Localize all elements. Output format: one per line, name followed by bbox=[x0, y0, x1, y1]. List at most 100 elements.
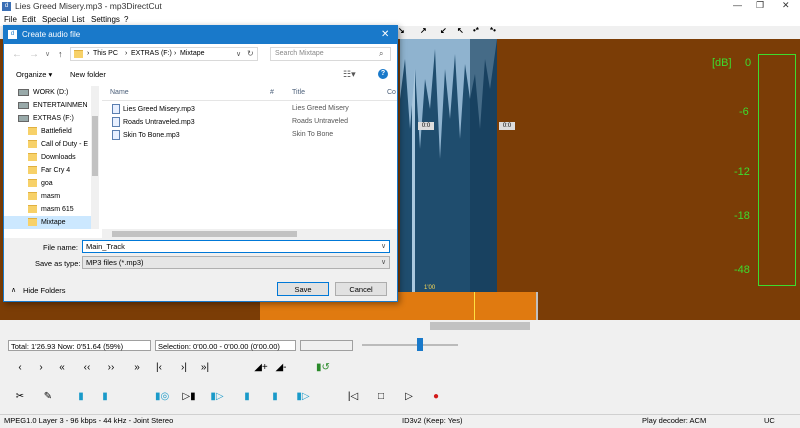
prev-marker-icon[interactable]: |‹ bbox=[152, 362, 166, 374]
select-begin-icon[interactable]: ▮▷ bbox=[210, 391, 224, 403]
menu-help[interactable]: ? bbox=[124, 15, 128, 24]
id3-info: ID3v2 (Keep: Yes) bbox=[402, 416, 463, 425]
column-name[interactable]: Name bbox=[110, 89, 129, 96]
tree-item[interactable]: Battlefield bbox=[4, 125, 99, 138]
close-window-icon[interactable]: ✕ bbox=[782, 0, 790, 11]
save-type-select[interactable]: MP3 files (*.mp3) bbox=[82, 256, 390, 269]
recent-dropdown-icon[interactable]: ∨ bbox=[45, 50, 50, 58]
cut-marker-label[interactable]: 0:0 bbox=[499, 122, 515, 130]
forward-arrow-icon[interactable]: → bbox=[29, 49, 39, 60]
tree-item[interactable]: EXTRAS (F:) bbox=[4, 112, 99, 125]
marker-tool-icon[interactable]: ↗ bbox=[420, 26, 427, 35]
file-row[interactable]: Roads Untraveled.mp3 bbox=[112, 117, 195, 127]
menu-list[interactable]: List bbox=[72, 15, 84, 24]
tree-scrollbar[interactable] bbox=[91, 86, 99, 229]
dialog-toolbar: Organize ▾ New folder ☷▾ ? bbox=[4, 66, 397, 86]
breadcrumb-folder[interactable]: Mixtape bbox=[180, 50, 205, 57]
db-meter: [dB] 0 -6 -12 -18 -48 bbox=[700, 39, 800, 292]
forward-fast-icon[interactable]: » bbox=[130, 362, 144, 374]
normalize-icon[interactable]: ▮↺ bbox=[316, 362, 330, 374]
save-type-dropdown-icon[interactable]: ∨ bbox=[381, 258, 386, 266]
new-folder-button[interactable]: New folder bbox=[70, 70, 106, 79]
column-title[interactable]: Title bbox=[292, 89, 305, 96]
column-number[interactable]: # bbox=[270, 89, 274, 96]
help-icon[interactable]: ? bbox=[378, 69, 388, 79]
address-bar[interactable]: › This PC › EXTRAS (F:) › Mixtape ∨ ↻ bbox=[70, 47, 258, 61]
select-end-icon[interactable]: ▮ bbox=[268, 391, 282, 403]
tree-item[interactable]: Far Cry 4 bbox=[4, 164, 99, 177]
edit-icon[interactable]: ✎ bbox=[41, 391, 55, 403]
stop-icon[interactable]: □ bbox=[374, 391, 388, 403]
marker-tool-icon[interactable]: *• bbox=[490, 26, 496, 35]
marker-tool-icon[interactable]: ↘ bbox=[398, 26, 405, 35]
cut-marker-label[interactable]: 0:0 bbox=[418, 122, 434, 130]
tree-item[interactable]: Downloads bbox=[4, 151, 99, 164]
folder-tree: WORK (D:) ENTERTAINMEN EXTRAS (F:) Battl… bbox=[4, 86, 99, 254]
file-name-input[interactable]: Main_Track bbox=[82, 240, 390, 253]
volume-slider-thumb[interactable] bbox=[417, 338, 423, 351]
zoom-out-icon[interactable]: ‹ bbox=[13, 362, 27, 374]
menu-edit[interactable]: Edit bbox=[22, 15, 36, 24]
search-icon: ⌕ bbox=[379, 49, 384, 58]
menu-file[interactable]: File bbox=[4, 15, 17, 24]
tree-item[interactable]: masm bbox=[4, 190, 99, 203]
hide-folders-button[interactable]: Hide Folders bbox=[23, 286, 66, 295]
file-title: Skin To Bone bbox=[292, 131, 334, 138]
menu-special[interactable]: Special bbox=[42, 15, 68, 24]
up-folder-icon[interactable]: ↑ bbox=[58, 49, 63, 59]
tree-item[interactable]: ENTERTAINMEN bbox=[4, 99, 99, 112]
view-options-icon[interactable]: ☷▾ bbox=[343, 69, 356, 80]
tree-item-selected[interactable]: Mixtape bbox=[4, 216, 99, 229]
volume-down-icon[interactable]: ◢- bbox=[274, 362, 288, 374]
play-icon[interactable]: ▷ bbox=[402, 391, 416, 403]
rewind-fast-icon[interactable]: « bbox=[55, 362, 69, 374]
play-selection-icon[interactable]: ▮◎ bbox=[155, 391, 169, 403]
rewind-icon[interactable]: ‹‹ bbox=[80, 362, 94, 374]
zoom-in-icon[interactable]: › bbox=[34, 362, 48, 374]
play-end-icon[interactable]: ▮▷ bbox=[296, 391, 310, 403]
goto-end-icon[interactable]: »| bbox=[198, 362, 212, 374]
menu-settings[interactable]: Settings bbox=[91, 15, 120, 24]
marker-tool-icon[interactable]: ↙ bbox=[440, 26, 447, 35]
next-marker-icon[interactable]: ›| bbox=[177, 362, 191, 374]
file-name-dropdown-icon[interactable]: ∨ bbox=[381, 242, 386, 250]
file-row[interactable]: Lies Greed Misery.mp3 bbox=[112, 104, 195, 114]
volume-up-icon[interactable]: ◢+ bbox=[254, 362, 268, 374]
cancel-button[interactable]: Cancel bbox=[335, 282, 387, 296]
dialog-close-icon[interactable]: ✕ bbox=[381, 29, 389, 40]
file-list-scrollbar-thumb[interactable] bbox=[112, 231, 297, 237]
tree-item[interactable]: masm 615 bbox=[4, 203, 99, 216]
skip-back-icon[interactable]: |◁ bbox=[346, 391, 360, 403]
hide-folders-icon[interactable]: ∧ bbox=[11, 286, 16, 294]
back-arrow-icon[interactable]: ← bbox=[12, 49, 22, 60]
tree-scrollbar-thumb[interactable] bbox=[92, 116, 98, 176]
select-part-icon[interactable]: ▮ bbox=[240, 391, 254, 403]
cut-icon[interactable]: ✂ bbox=[13, 391, 27, 403]
tree-item[interactable]: Call of Duty - E bbox=[4, 138, 99, 151]
tree-item[interactable]: goa bbox=[4, 177, 99, 190]
marker-tool-icon[interactable]: ↖ bbox=[457, 26, 464, 35]
save-button[interactable]: Save bbox=[277, 282, 329, 296]
set-end-icon[interactable]: ▮ bbox=[98, 391, 112, 403]
organize-button[interactable]: Organize ▾ bbox=[16, 70, 52, 79]
address-dropdown-icon[interactable]: ∨ bbox=[236, 50, 241, 58]
info-field bbox=[300, 340, 353, 351]
marker-tool-icon[interactable]: •* bbox=[473, 26, 479, 35]
file-row[interactable]: Skin To Bone.mp3 bbox=[112, 130, 180, 140]
forward-icon[interactable]: ›› bbox=[104, 362, 118, 374]
search-input[interactable]: Search Mixtape bbox=[270, 47, 391, 61]
volume-slider[interactable] bbox=[362, 344, 458, 346]
refresh-icon[interactable]: ↻ bbox=[247, 49, 254, 58]
breadcrumb-this-pc[interactable]: This PC bbox=[93, 50, 118, 57]
scrollbar-thumb[interactable] bbox=[430, 322, 530, 330]
record-icon[interactable]: ● bbox=[429, 391, 443, 403]
time-position-label: 1'00 bbox=[424, 285, 436, 291]
horizontal-scrollbar[interactable] bbox=[0, 320, 800, 332]
minimize-icon[interactable]: — bbox=[733, 0, 742, 10]
restore-icon[interactable]: ❐ bbox=[756, 0, 764, 11]
set-begin-icon[interactable]: ▮ bbox=[74, 391, 88, 403]
breadcrumb-drive[interactable]: EXTRAS (F:) bbox=[131, 50, 172, 57]
play-to-begin-icon[interactable]: ▷▮ bbox=[182, 391, 196, 403]
column-contributing[interactable]: Co bbox=[387, 89, 396, 96]
tree-item[interactable]: WORK (D:) bbox=[4, 86, 99, 99]
